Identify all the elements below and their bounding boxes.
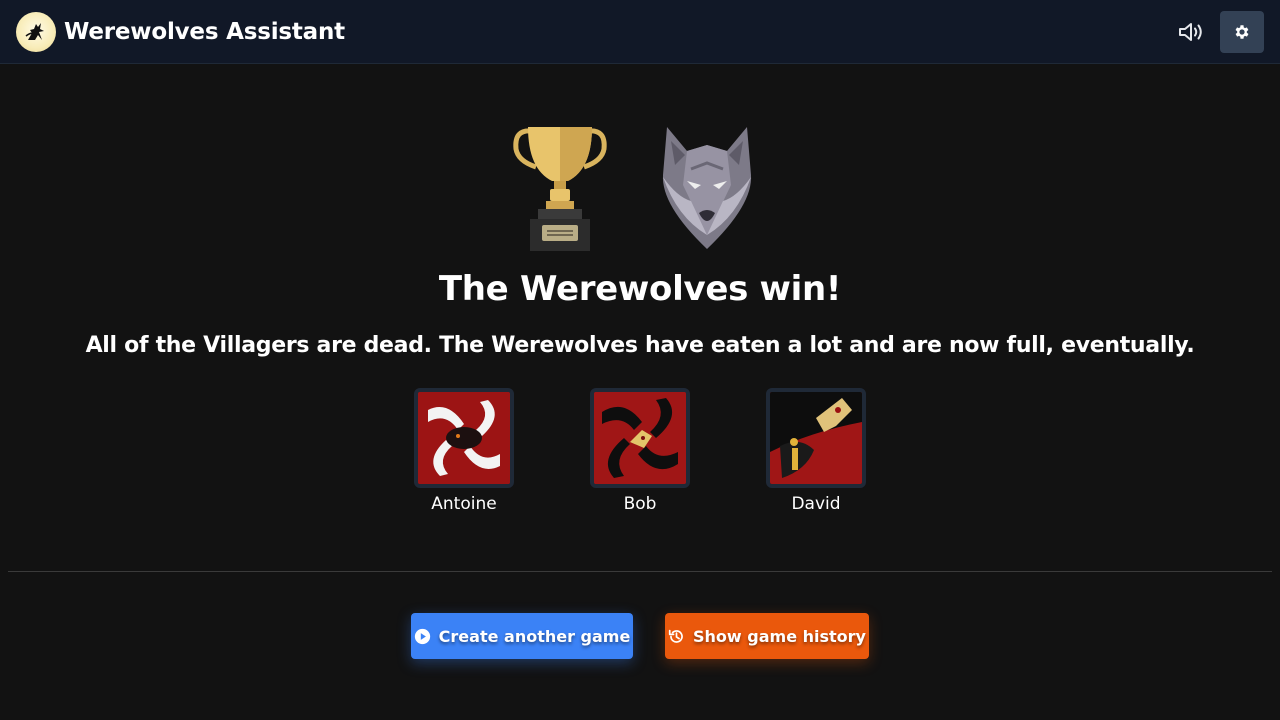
- big-bad-wolf-card: [766, 388, 866, 488]
- history-icon: [668, 629, 683, 643]
- gear-icon: [1235, 25, 1249, 39]
- result-message: All of the Villagers are dead. The Werew…: [85, 333, 1195, 358]
- player-card-david[interactable]: David: [766, 388, 866, 518]
- speaker-volume-icon: [1179, 23, 1202, 41]
- werewolf-card: [590, 388, 690, 488]
- player-name: David: [791, 494, 841, 514]
- white-werewolf-card: [414, 388, 514, 488]
- trophy-icon: [513, 127, 607, 251]
- werewolf-icon: [662, 127, 752, 249]
- show-game-history-button[interactable]: Show game history: [665, 613, 869, 659]
- create-another-game-button[interactable]: Create another game: [411, 613, 633, 659]
- player-card-antoine[interactable]: Antoine: [414, 388, 514, 518]
- show-game-history-label: Show game history: [693, 626, 866, 646]
- sound-toggle-button[interactable]: [1170, 12, 1212, 52]
- werewolf-howl-icon: [16, 12, 56, 52]
- winner-players: Antoine Bob David: [0, 388, 1280, 518]
- result-title: The Werewolves win!: [438, 269, 842, 309]
- top-navbar: Werewolves Assistant: [0, 0, 1280, 64]
- app-brand[interactable]: Werewolves Assistant: [16, 12, 345, 52]
- player-name: Antoine: [431, 494, 497, 514]
- settings-button[interactable]: [1220, 11, 1264, 53]
- create-another-game-label: Create another game: [438, 626, 631, 646]
- section-divider: [8, 571, 1272, 572]
- result-illustration: [505, 120, 765, 252]
- play-circle-icon: [414, 628, 430, 644]
- app-title: Werewolves Assistant: [64, 19, 345, 45]
- player-name: Bob: [623, 494, 657, 514]
- player-card-bob[interactable]: Bob: [590, 388, 690, 518]
